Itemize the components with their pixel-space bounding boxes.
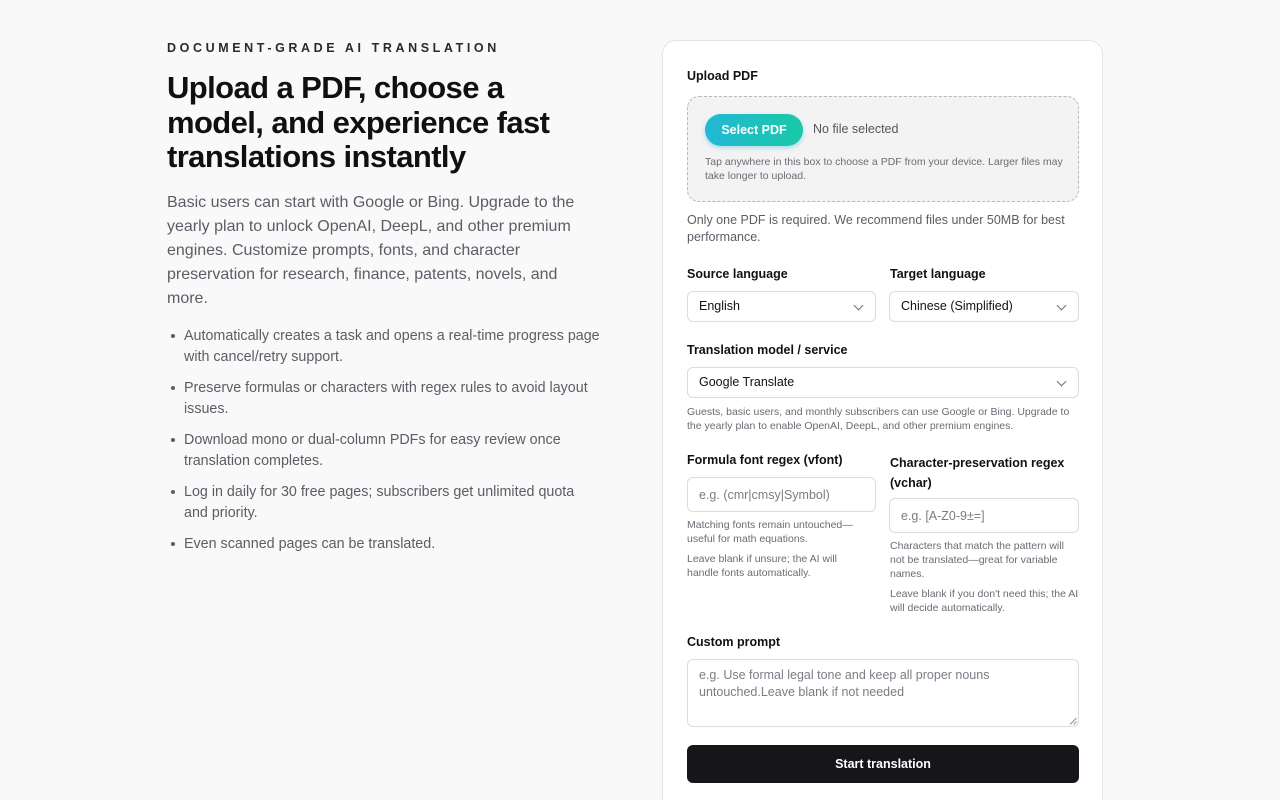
vfont-note: Leave blank if unsure; the AI will handl… — [687, 553, 838, 579]
source-language-value: English — [699, 299, 740, 313]
model-note: Guests, basic users, and monthly subscri… — [687, 406, 1070, 432]
hero-intro: Basic users can start with Google or Bin… — [167, 193, 575, 307]
dropzone-hint: Tap anywhere in this box to choose a PDF… — [705, 156, 1063, 182]
model-value: Google Translate — [699, 375, 795, 389]
vchar-label: Character-preservation regex (vchar) — [890, 456, 1065, 490]
translation-form-card: Upload PDF Select PDF No file selected T… — [662, 40, 1103, 800]
vchar-input[interactable] — [889, 498, 1079, 533]
feature-item: Automatically creates a task and opens a… — [171, 326, 602, 368]
chevron-down-icon — [1056, 376, 1067, 387]
vfont-note: Matching fonts remain untouched—useful f… — [687, 519, 853, 545]
upload-label: Upload PDF — [687, 69, 758, 83]
resize-handle-icon[interactable] — [1069, 717, 1077, 725]
feature-list: Automatically creates a task and opens a… — [167, 326, 602, 555]
source-language-select[interactable]: English — [687, 291, 876, 322]
target-language-select[interactable]: Chinese (Simplified) — [889, 291, 1079, 322]
custom-prompt-label: Custom prompt — [687, 635, 781, 649]
page: DOCUMENT-GRADE AI TRANSLATION Upload a P… — [0, 0, 1280, 800]
vchar-note: Leave blank if you don't need this; the … — [890, 588, 1079, 614]
target-language-value: Chinese (Simplified) — [901, 299, 1013, 313]
model-select[interactable]: Google Translate — [687, 367, 1079, 398]
pdf-dropzone[interactable]: Select PDF No file selected Tap anywhere… — [687, 96, 1079, 202]
vfont-input[interactable] — [687, 477, 876, 512]
vchar-note: Characters that match the pattern will n… — [890, 540, 1064, 580]
source-language-label: Source language — [687, 267, 788, 281]
feature-item: Log in daily for 30 free pages; subscrib… — [171, 482, 602, 524]
chevron-down-icon — [853, 300, 864, 311]
custom-prompt-textarea[interactable] — [687, 659, 1079, 727]
target-language-label: Target language — [890, 267, 986, 281]
model-label: Translation model / service — [687, 343, 848, 357]
hero-headline: Upload a PDF, choose a model, and experi… — [167, 70, 550, 174]
feature-item: Download mono or dual-column PDFs for ea… — [171, 430, 602, 472]
vfont-label: Formula font regex (vfont) — [687, 453, 843, 467]
select-pdf-button[interactable]: Select PDF — [705, 114, 803, 146]
file-status: No file selected — [813, 122, 899, 136]
hero-eyebrow: DOCUMENT-GRADE AI TRANSLATION — [167, 41, 500, 55]
feature-item: Preserve formulas or characters with reg… — [171, 378, 602, 420]
chevron-down-icon — [1056, 300, 1067, 311]
start-translation-button[interactable]: Start translation — [687, 745, 1079, 783]
feature-item: Even scanned pages can be translated. — [171, 534, 602, 555]
hero-section: DOCUMENT-GRADE AI TRANSLATION Upload a P… — [167, 40, 607, 565]
upload-note: Only one PDF is required. We recommend f… — [687, 213, 1065, 244]
